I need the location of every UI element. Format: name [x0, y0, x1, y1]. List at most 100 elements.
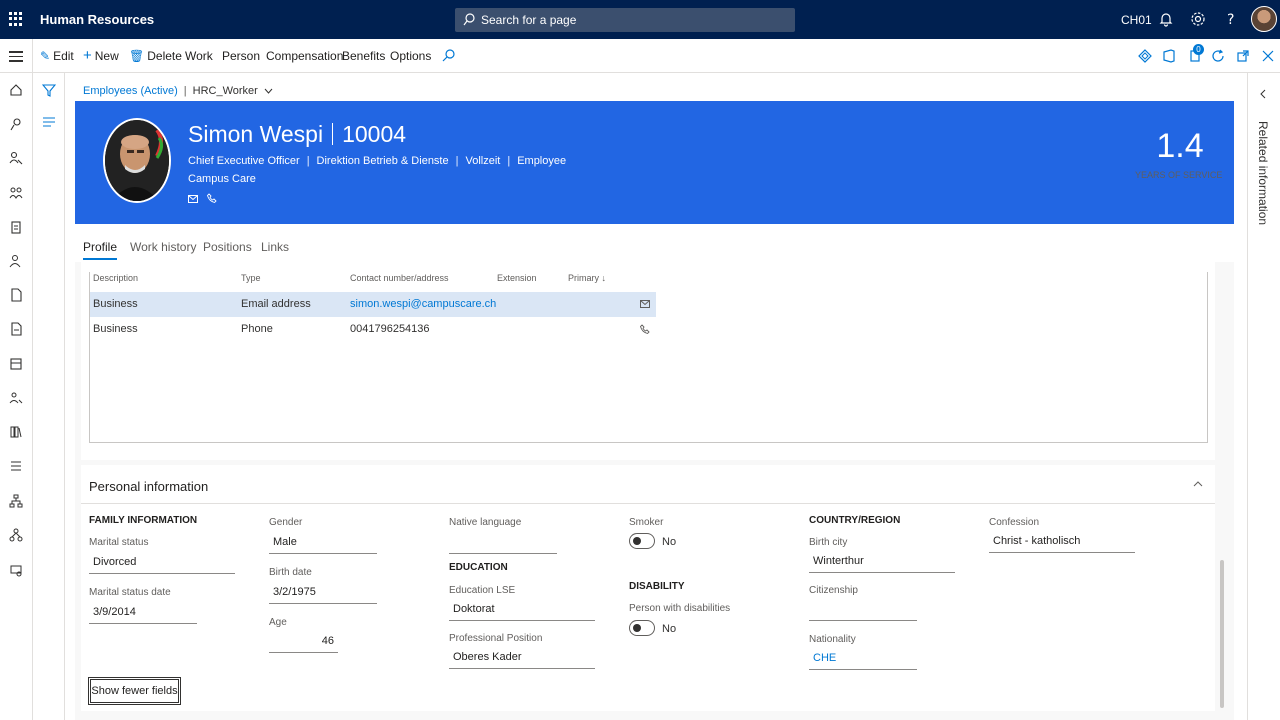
list-icon[interactable]: [9, 459, 23, 473]
smoker-value: No: [662, 536, 677, 548]
hierarchy-icon[interactable]: [9, 528, 23, 542]
document-icon[interactable]: [9, 288, 23, 302]
filter-icon[interactable]: [42, 83, 56, 97]
org-chart-icon[interactable]: [9, 494, 23, 508]
gear-icon[interactable]: [1189, 10, 1207, 28]
trash-icon: 🗑: [129, 49, 145, 63]
section-title[interactable]: Personal information: [89, 479, 208, 494]
smoker-toggle[interactable]: [629, 533, 655, 549]
tab-profile[interactable]: Profile: [83, 240, 118, 260]
diamond-icon[interactable]: [1137, 48, 1153, 64]
breadcrumb-list-link[interactable]: Employees (Active): [83, 85, 178, 97]
hamburger-menu-icon[interactable]: [9, 51, 23, 65]
birth-date-field[interactable]: 3/2/1975: [269, 582, 377, 604]
country-region-heading: COUNTRY/REGION: [809, 515, 901, 526]
tab-positions[interactable]: Positions: [203, 240, 252, 254]
report-icon[interactable]: [9, 322, 23, 336]
delete-button[interactable]: 🗑 Delete: [129, 49, 182, 63]
user-avatar[interactable]: [1251, 6, 1277, 32]
table-row[interactable]: Business Email address simon.wespi@campu…: [90, 292, 656, 317]
app-launcher-icon[interactable]: [9, 12, 23, 26]
confession-field[interactable]: Christ - katholisch: [989, 531, 1135, 553]
marital-status-label: Marital status: [89, 537, 149, 548]
office-icon[interactable]: [1161, 48, 1177, 64]
native-language-field[interactable]: [449, 532, 557, 554]
related-information-label[interactable]: Related information: [1256, 121, 1270, 225]
birth-city-field[interactable]: Winterthur: [809, 551, 955, 573]
age-label: Age: [269, 617, 287, 628]
breadcrumb-separator: |: [183, 85, 187, 97]
edit-label: Edit: [53, 49, 74, 63]
citizenship-label: Citizenship: [809, 585, 858, 596]
show-fewer-fields-button[interactable]: Show fewer fields: [88, 677, 181, 705]
new-button[interactable]: + New: [83, 48, 119, 63]
people-icon[interactable]: [9, 391, 23, 405]
list-view-icon[interactable]: [42, 115, 56, 129]
col-header-primary[interactable]: Primary ↓: [568, 273, 606, 283]
records-icon[interactable]: [9, 357, 23, 371]
refresh-icon[interactable]: [1210, 48, 1226, 64]
work-menu[interactable]: Work: [185, 49, 213, 63]
chevron-left-icon[interactable]: [1260, 89, 1266, 99]
employee-employment: Vollzeit: [465, 155, 501, 167]
chevron-down-icon[interactable]: [264, 88, 273, 94]
search-actions-icon[interactable]: [442, 49, 455, 62]
tab-links[interactable]: Links: [261, 240, 289, 254]
company-selector[interactable]: CH01: [1121, 13, 1152, 27]
marital-status-date-field[interactable]: 3/9/2014: [89, 602, 197, 624]
professional-position-field[interactable]: Oberes Kader: [449, 647, 595, 669]
person-search-icon[interactable]: [9, 254, 23, 268]
related-information-pane[interactable]: Related information: [1247, 73, 1280, 720]
col-header-description[interactable]: Description: [93, 273, 138, 283]
employee-name: Simon Wespi: [188, 121, 324, 147]
mail-icon: [640, 300, 650, 308]
close-icon[interactable]: [1260, 48, 1276, 64]
open-new-window-icon[interactable]: [1235, 48, 1251, 64]
library-icon[interactable]: [9, 425, 23, 439]
app-title[interactable]: Human Resources: [40, 12, 154, 27]
search-box[interactable]: Search for a page: [455, 8, 795, 32]
vertical-scrollbar[interactable]: [1220, 560, 1224, 708]
compensation-menu[interactable]: Compensation: [266, 49, 343, 63]
col-header-extension[interactable]: Extension: [497, 273, 537, 283]
chevron-up-icon[interactable]: [1193, 481, 1203, 487]
education-lse-field[interactable]: Doktorat: [449, 599, 595, 621]
badge-icon[interactable]: [9, 563, 23, 577]
cell-contact[interactable]: simon.wespi@campuscare.ch: [350, 298, 496, 310]
employee-header-card: Simon Wespi 10004 Chief Executive Officer…: [75, 101, 1234, 224]
svg-text:?: ?: [1227, 12, 1234, 28]
clipboard-icon[interactable]: [9, 220, 23, 234]
contact-info-card: Description Type Contact number/address …: [81, 262, 1215, 460]
edit-button[interactable]: ✎ Edit: [40, 49, 74, 63]
view-selector[interactable]: HRC_Worker: [193, 85, 258, 97]
table-row[interactable]: Business Phone 0041796254136: [90, 317, 656, 342]
workspaces-icon[interactable]: [9, 186, 23, 200]
nationality-field[interactable]: CHE: [809, 648, 917, 670]
delete-label: Delete: [147, 49, 182, 63]
breadcrumb: Employees (Active) | HRC_Worker: [83, 85, 273, 97]
cell-description: Business: [93, 298, 138, 310]
top-bar: Human Resources Search for a page CH01 ?: [0, 0, 1280, 39]
disabilities-toggle[interactable]: [629, 620, 655, 636]
help-icon[interactable]: ?: [1222, 10, 1240, 28]
options-menu[interactable]: Options: [390, 49, 431, 63]
cell-description: Business: [93, 323, 138, 335]
benefits-menu[interactable]: Benefits: [342, 49, 385, 63]
marital-status-field[interactable]: Divorced: [89, 552, 235, 574]
home-icon[interactable]: [9, 83, 23, 97]
tab-work-history[interactable]: Work history: [130, 240, 196, 254]
citizenship-field[interactable]: [809, 599, 917, 621]
name-separator: [332, 123, 334, 145]
col-header-type[interactable]: Type: [241, 273, 261, 283]
mail-icon[interactable]: [188, 195, 198, 203]
col-header-contact[interactable]: Contact number/address: [350, 273, 449, 283]
employee-company: Campus Care: [188, 173, 256, 185]
phone-icon[interactable]: [207, 193, 217, 204]
person-menu[interactable]: Person: [222, 49, 260, 63]
favorites-icon[interactable]: [9, 117, 23, 131]
age-field: 46: [269, 631, 338, 653]
employee-title: Chief Executive Officer: [188, 155, 300, 167]
bell-icon[interactable]: [1157, 10, 1175, 28]
recent-icon[interactable]: [9, 151, 23, 165]
gender-field[interactable]: Male: [269, 532, 377, 554]
